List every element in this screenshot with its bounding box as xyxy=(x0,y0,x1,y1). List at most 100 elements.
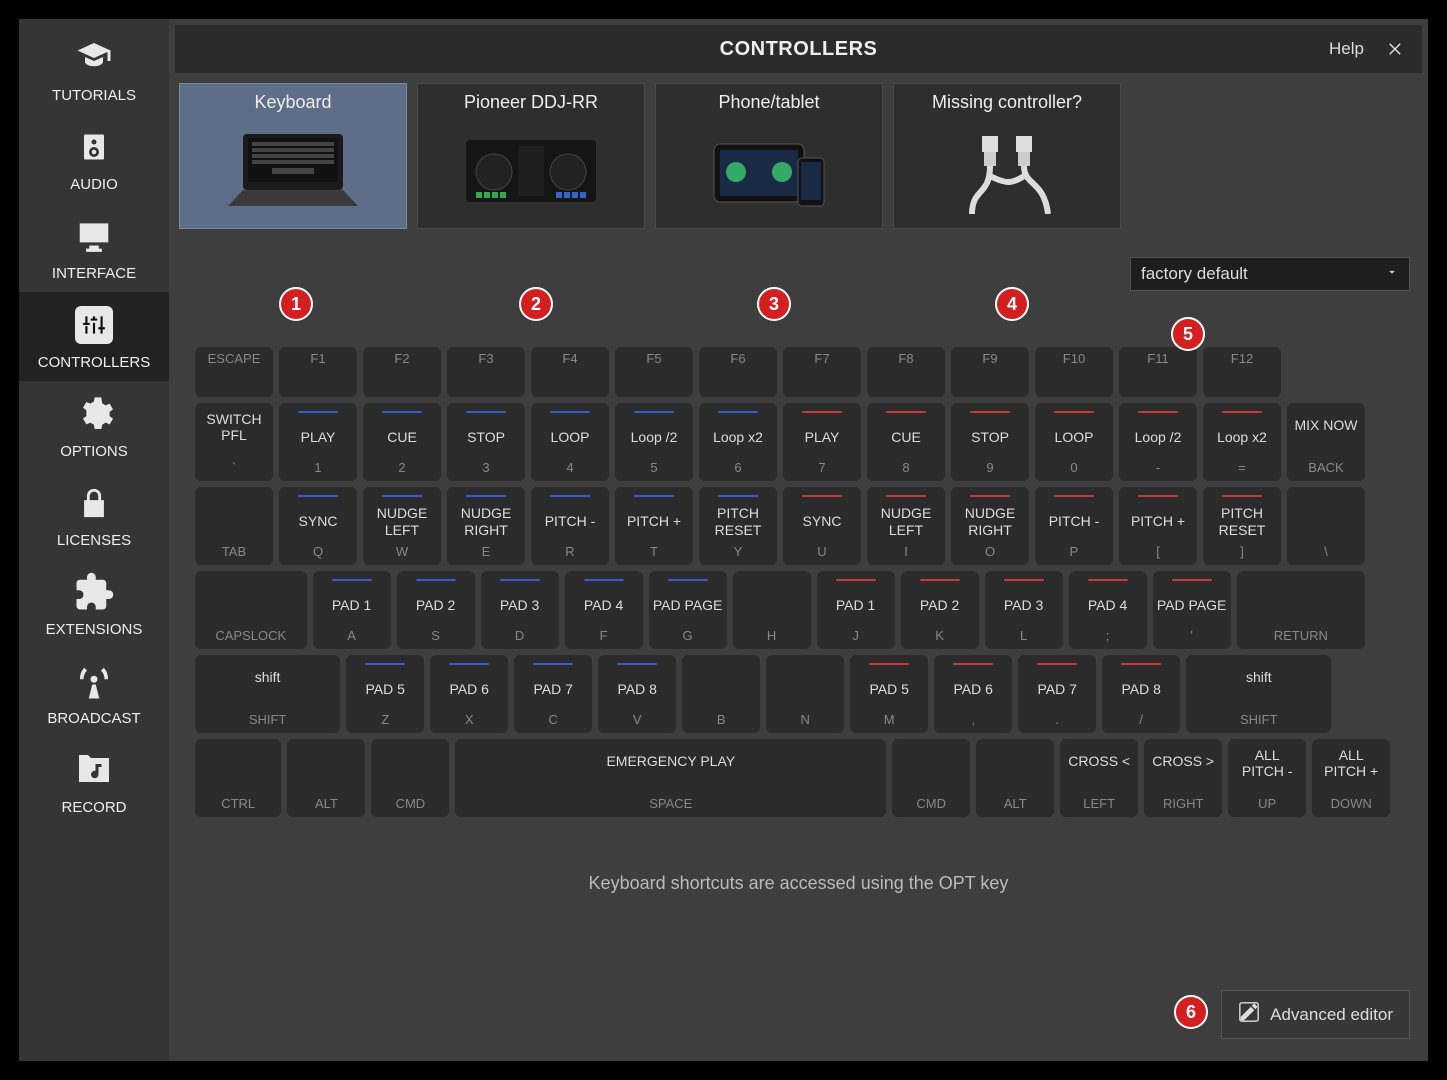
key-s[interactable]: PAD 2S xyxy=(397,571,475,649)
key-w[interactable]: NUDGE LEFTW xyxy=(363,487,441,565)
key-right[interactable]: CROSS >RIGHT xyxy=(1144,739,1222,817)
key--[interactable]: Loop /2- xyxy=(1119,403,1197,481)
key-capslock[interactable]: CAPSLOCK xyxy=(195,571,307,649)
sidebar-item-interface[interactable]: INTERFACE xyxy=(19,203,169,292)
card-keyboard[interactable]: Keyboard xyxy=(179,83,407,229)
key--[interactable]: PAD 6, xyxy=(934,655,1012,733)
key-tab[interactable]: TAB xyxy=(195,487,273,565)
key-9[interactable]: STOP9 xyxy=(951,403,1029,481)
sidebar-item-record[interactable]: RECORD xyxy=(19,737,169,826)
key-down[interactable]: ALL PITCH +DOWN xyxy=(1312,739,1390,817)
key-u[interactable]: SYNCU xyxy=(783,487,861,565)
key-return[interactable]: RETURN xyxy=(1237,571,1365,649)
sidebar-item-licenses[interactable]: LICENSES xyxy=(19,470,169,559)
key-f1[interactable]: F1 xyxy=(279,347,357,397)
key-1[interactable]: PLAY1 xyxy=(279,403,357,481)
key-v[interactable]: PAD 8V xyxy=(598,655,676,733)
key--[interactable]: PITCH +[ xyxy=(1119,487,1197,565)
key-a[interactable]: PAD 1A xyxy=(313,571,391,649)
key-function-label: ALL PITCH + xyxy=(1316,747,1386,779)
sidebar-item-audio[interactable]: AUDIO xyxy=(19,114,169,203)
key-o[interactable]: NUDGE RIGHTO xyxy=(951,487,1029,565)
key-e[interactable]: NUDGE RIGHTE xyxy=(447,487,525,565)
key-f2[interactable]: F2 xyxy=(363,347,441,397)
key-l[interactable]: PAD 3L xyxy=(985,571,1063,649)
advanced-editor-button[interactable]: Advanced editor xyxy=(1221,990,1410,1039)
key-n[interactable]: N xyxy=(766,655,844,733)
card-missing-controller[interactable]: Missing controller? xyxy=(893,83,1121,229)
key-f5[interactable]: F5 xyxy=(615,347,693,397)
key-g[interactable]: PAD PAGEG xyxy=(649,571,727,649)
key-f8[interactable]: F8 xyxy=(867,347,945,397)
key-alt[interactable]: ALT xyxy=(976,739,1054,817)
key-p[interactable]: PITCH -P xyxy=(1035,487,1113,565)
key-ctrl[interactable]: CTRL xyxy=(195,739,281,817)
card-title: Keyboard xyxy=(254,92,331,113)
key-k[interactable]: PAD 2K xyxy=(901,571,979,649)
key-b[interactable]: B xyxy=(682,655,760,733)
help-link[interactable]: Help xyxy=(1329,39,1364,59)
key--[interactable]: PAD 7. xyxy=(1018,655,1096,733)
sidebar-item-extensions[interactable]: EXTENSIONS xyxy=(19,559,169,648)
key-cmd[interactable]: CMD xyxy=(892,739,970,817)
key-7[interactable]: PLAY7 xyxy=(783,403,861,481)
key-d[interactable]: PAD 3D xyxy=(481,571,559,649)
key-f4[interactable]: F4 xyxy=(531,347,609,397)
key-h[interactable]: H xyxy=(733,571,811,649)
key-6[interactable]: Loop x26 xyxy=(699,403,777,481)
key--[interactable]: PITCH RESET] xyxy=(1203,487,1281,565)
advanced-editor-label: Advanced editor xyxy=(1270,1005,1393,1025)
sidebar-item-broadcast[interactable]: BROADCAST xyxy=(19,648,169,737)
key--[interactable]: PAD 4; xyxy=(1069,571,1147,649)
key-z[interactable]: PAD 5Z xyxy=(346,655,424,733)
key-f3[interactable]: F3 xyxy=(447,347,525,397)
key-r[interactable]: PITCH -R xyxy=(531,487,609,565)
key-space[interactable]: EMERGENCY PLAYSPACE xyxy=(455,739,886,817)
key-f6[interactable]: F6 xyxy=(699,347,777,397)
key-left[interactable]: CROSS <LEFT xyxy=(1060,739,1138,817)
key-0[interactable]: LOOP0 xyxy=(1035,403,1113,481)
key-m[interactable]: PAD 5M xyxy=(850,655,928,733)
key-j[interactable]: PAD 1J xyxy=(817,571,895,649)
key-cmd[interactable]: CMD xyxy=(371,739,449,817)
sidebar-item-controllers[interactable]: CONTROLLERS xyxy=(19,292,169,381)
key-5[interactable]: Loop /25 xyxy=(615,403,693,481)
key-shift[interactable]: shiftSHIFT xyxy=(195,655,340,733)
key-t[interactable]: PITCH +T xyxy=(615,487,693,565)
key-8[interactable]: CUE8 xyxy=(867,403,945,481)
card-phone-tablet[interactable]: Phone/tablet xyxy=(655,83,883,229)
key-y[interactable]: PITCH RESETY xyxy=(699,487,777,565)
key-function-label: STOP xyxy=(467,424,505,452)
sidebar-item-tutorials[interactable]: TUTORIALS xyxy=(19,25,169,114)
key-2[interactable]: CUE2 xyxy=(363,403,441,481)
preset-dropdown[interactable]: factory default xyxy=(1130,257,1410,291)
key--[interactable]: PAD PAGE' xyxy=(1153,571,1231,649)
key-up[interactable]: ALL PITCH -UP xyxy=(1228,739,1306,817)
key-shift[interactable]: shiftSHIFT xyxy=(1186,655,1331,733)
key-c[interactable]: PAD 7C xyxy=(514,655,592,733)
key-f11[interactable]: F11 xyxy=(1119,347,1197,397)
card-pioneer-ddj-rr[interactable]: Pioneer DDJ-RR xyxy=(417,83,645,229)
close-button[interactable] xyxy=(1384,37,1408,61)
key-f[interactable]: PAD 4F xyxy=(565,571,643,649)
key-q[interactable]: SYNCQ xyxy=(279,487,357,565)
key-function-label: PAD 8 xyxy=(617,676,656,704)
key--[interactable]: \ xyxy=(1287,487,1365,565)
key-function-label: Loop /2 xyxy=(1135,424,1182,452)
key-alt[interactable]: ALT xyxy=(287,739,365,817)
key-f10[interactable]: F10 xyxy=(1035,347,1113,397)
key-i[interactable]: NUDGE LEFTI xyxy=(867,487,945,565)
key-f7[interactable]: F7 xyxy=(783,347,861,397)
key--[interactable]: Loop x2= xyxy=(1203,403,1281,481)
key-x[interactable]: PAD 6X xyxy=(430,655,508,733)
key-f12[interactable]: F12 xyxy=(1203,347,1281,397)
key-3[interactable]: STOP3 xyxy=(447,403,525,481)
key-legend: 2 xyxy=(398,460,405,475)
key--[interactable]: SWITCH PFL` xyxy=(195,403,273,481)
sidebar-item-options[interactable]: OPTIONS xyxy=(19,381,169,470)
key-back[interactable]: MIX NOWBACK xyxy=(1287,403,1365,481)
key-4[interactable]: LOOP4 xyxy=(531,403,609,481)
key-f9[interactable]: F9 xyxy=(951,347,1029,397)
key-escape[interactable]: ESCAPE xyxy=(195,347,273,397)
key--[interactable]: PAD 8/ xyxy=(1102,655,1180,733)
